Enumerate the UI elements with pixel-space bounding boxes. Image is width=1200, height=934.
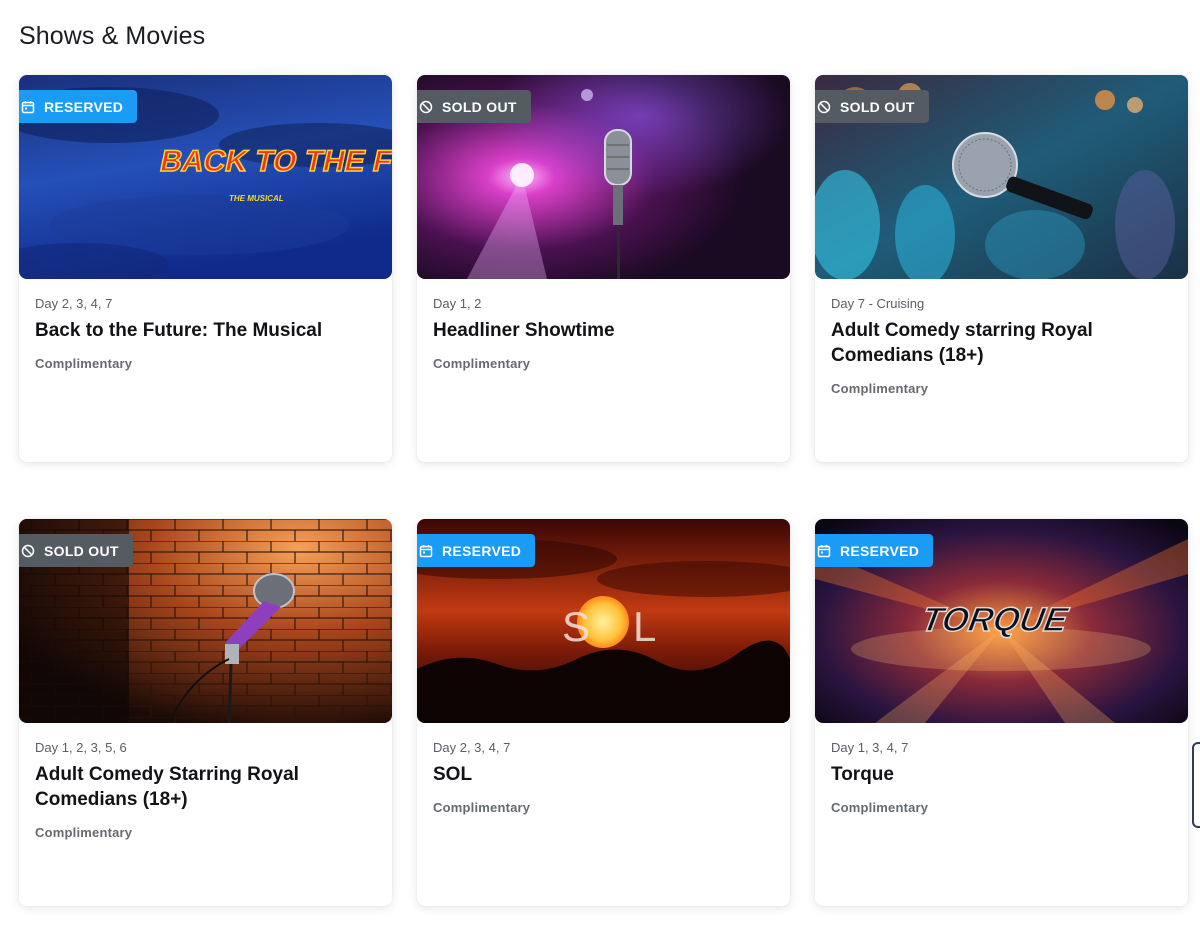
reserved-badge: RESERVED <box>417 534 536 567</box>
side-feedback-tab[interactable] <box>1192 742 1200 828</box>
sold-out-badge: SOLD OUT <box>815 90 929 123</box>
show-title[interactable]: Headliner Showtime <box>433 318 733 343</box>
show-title[interactable]: Back to the Future: The Musical <box>35 318 335 343</box>
calendar-icon <box>21 100 35 113</box>
show-days: Day 2, 3, 4, 7 <box>433 740 511 755</box>
logo-s: S <box>562 603 590 650</box>
show-price: Complimentary <box>433 800 531 815</box>
show-title[interactable]: Adult Comedy Starring Royal Comedians (1… <box>35 762 335 812</box>
reserved-badge: RESERVED <box>815 534 934 567</box>
show-image: SOLD OUT <box>815 75 1188 279</box>
show-image: BACK TO THE FUTURE THE MUSICAL RESERVED <box>19 75 392 279</box>
prohibited-icon <box>419 100 433 113</box>
badge-label: SOLD OUT <box>442 98 517 115</box>
page-title: Shows & Movies <box>19 22 206 50</box>
show-price: Complimentary <box>35 356 133 371</box>
prohibited-icon <box>817 100 831 113</box>
reserved-badge: RESERVED <box>19 90 138 123</box>
show-image: TORQUE RESERVED <box>815 519 1188 723</box>
show-days: Day 7 - Cruising <box>831 296 925 311</box>
badge-label: RESERVED <box>442 542 522 559</box>
sold-out-badge: SOLD OUT <box>417 90 531 123</box>
show-price: Complimentary <box>35 825 133 840</box>
show-price: Complimentary <box>831 381 929 396</box>
badge-label: SOLD OUT <box>44 542 119 559</box>
show-image: SOLD OUT <box>417 75 790 279</box>
show-days: Day 1, 2 <box>433 296 482 311</box>
show-days: Day 1, 2, 3, 5, 6 <box>35 740 127 755</box>
calendar-icon <box>817 544 831 557</box>
show-days: Day 2, 3, 4, 7 <box>35 296 113 311</box>
badge-label: RESERVED <box>44 98 124 115</box>
show-image: S L RESERVED <box>417 519 790 723</box>
badge-label: SOLD OUT <box>840 98 915 115</box>
show-card-adult-comedy[interactable]: SOLD OUT Day 1, 2, 3, 5, 6 Adult Comedy … <box>19 519 392 906</box>
show-card-headliner-showtime[interactable]: SOLD OUT Day 1, 2 Headliner Showtime Com… <box>417 75 790 462</box>
show-card-back-to-the-future[interactable]: BACK TO THE FUTURE THE MUSICAL RESERVED … <box>19 75 392 462</box>
calendar-icon <box>419 544 433 557</box>
show-image: SOLD OUT <box>19 519 392 723</box>
show-title[interactable]: Torque <box>831 762 1131 787</box>
show-card-adult-comedy-cruising[interactable]: SOLD OUT Day 7 - Cruising Adult Comedy s… <box>815 75 1188 462</box>
logo-subtext: THE MUSICAL <box>229 194 284 203</box>
sold-out-badge: SOLD OUT <box>19 534 133 567</box>
show-price: Complimentary <box>433 356 531 371</box>
show-title[interactable]: SOL <box>433 762 733 787</box>
show-card-sol[interactable]: S L RESERVED Day 2, 3, 4, 7 SOL Complime… <box>417 519 790 906</box>
show-price: Complimentary <box>831 800 929 815</box>
logo-torque: TORQUE <box>919 601 1072 639</box>
logo-l: L <box>633 603 656 650</box>
logo-back: BACK TO THE FUTURE <box>157 145 392 178</box>
show-card-torque[interactable]: TORQUE RESERVED Day 1, 3, 4, 7 Torque Co… <box>815 519 1188 906</box>
show-title[interactable]: Adult Comedy starring Royal Comedians (1… <box>831 318 1131 368</box>
shows-grid: BACK TO THE FUTURE THE MUSICAL RESERVED … <box>19 75 1189 906</box>
prohibited-icon <box>21 544 35 557</box>
badge-label: RESERVED <box>840 542 920 559</box>
show-days: Day 1, 3, 4, 7 <box>831 740 909 755</box>
